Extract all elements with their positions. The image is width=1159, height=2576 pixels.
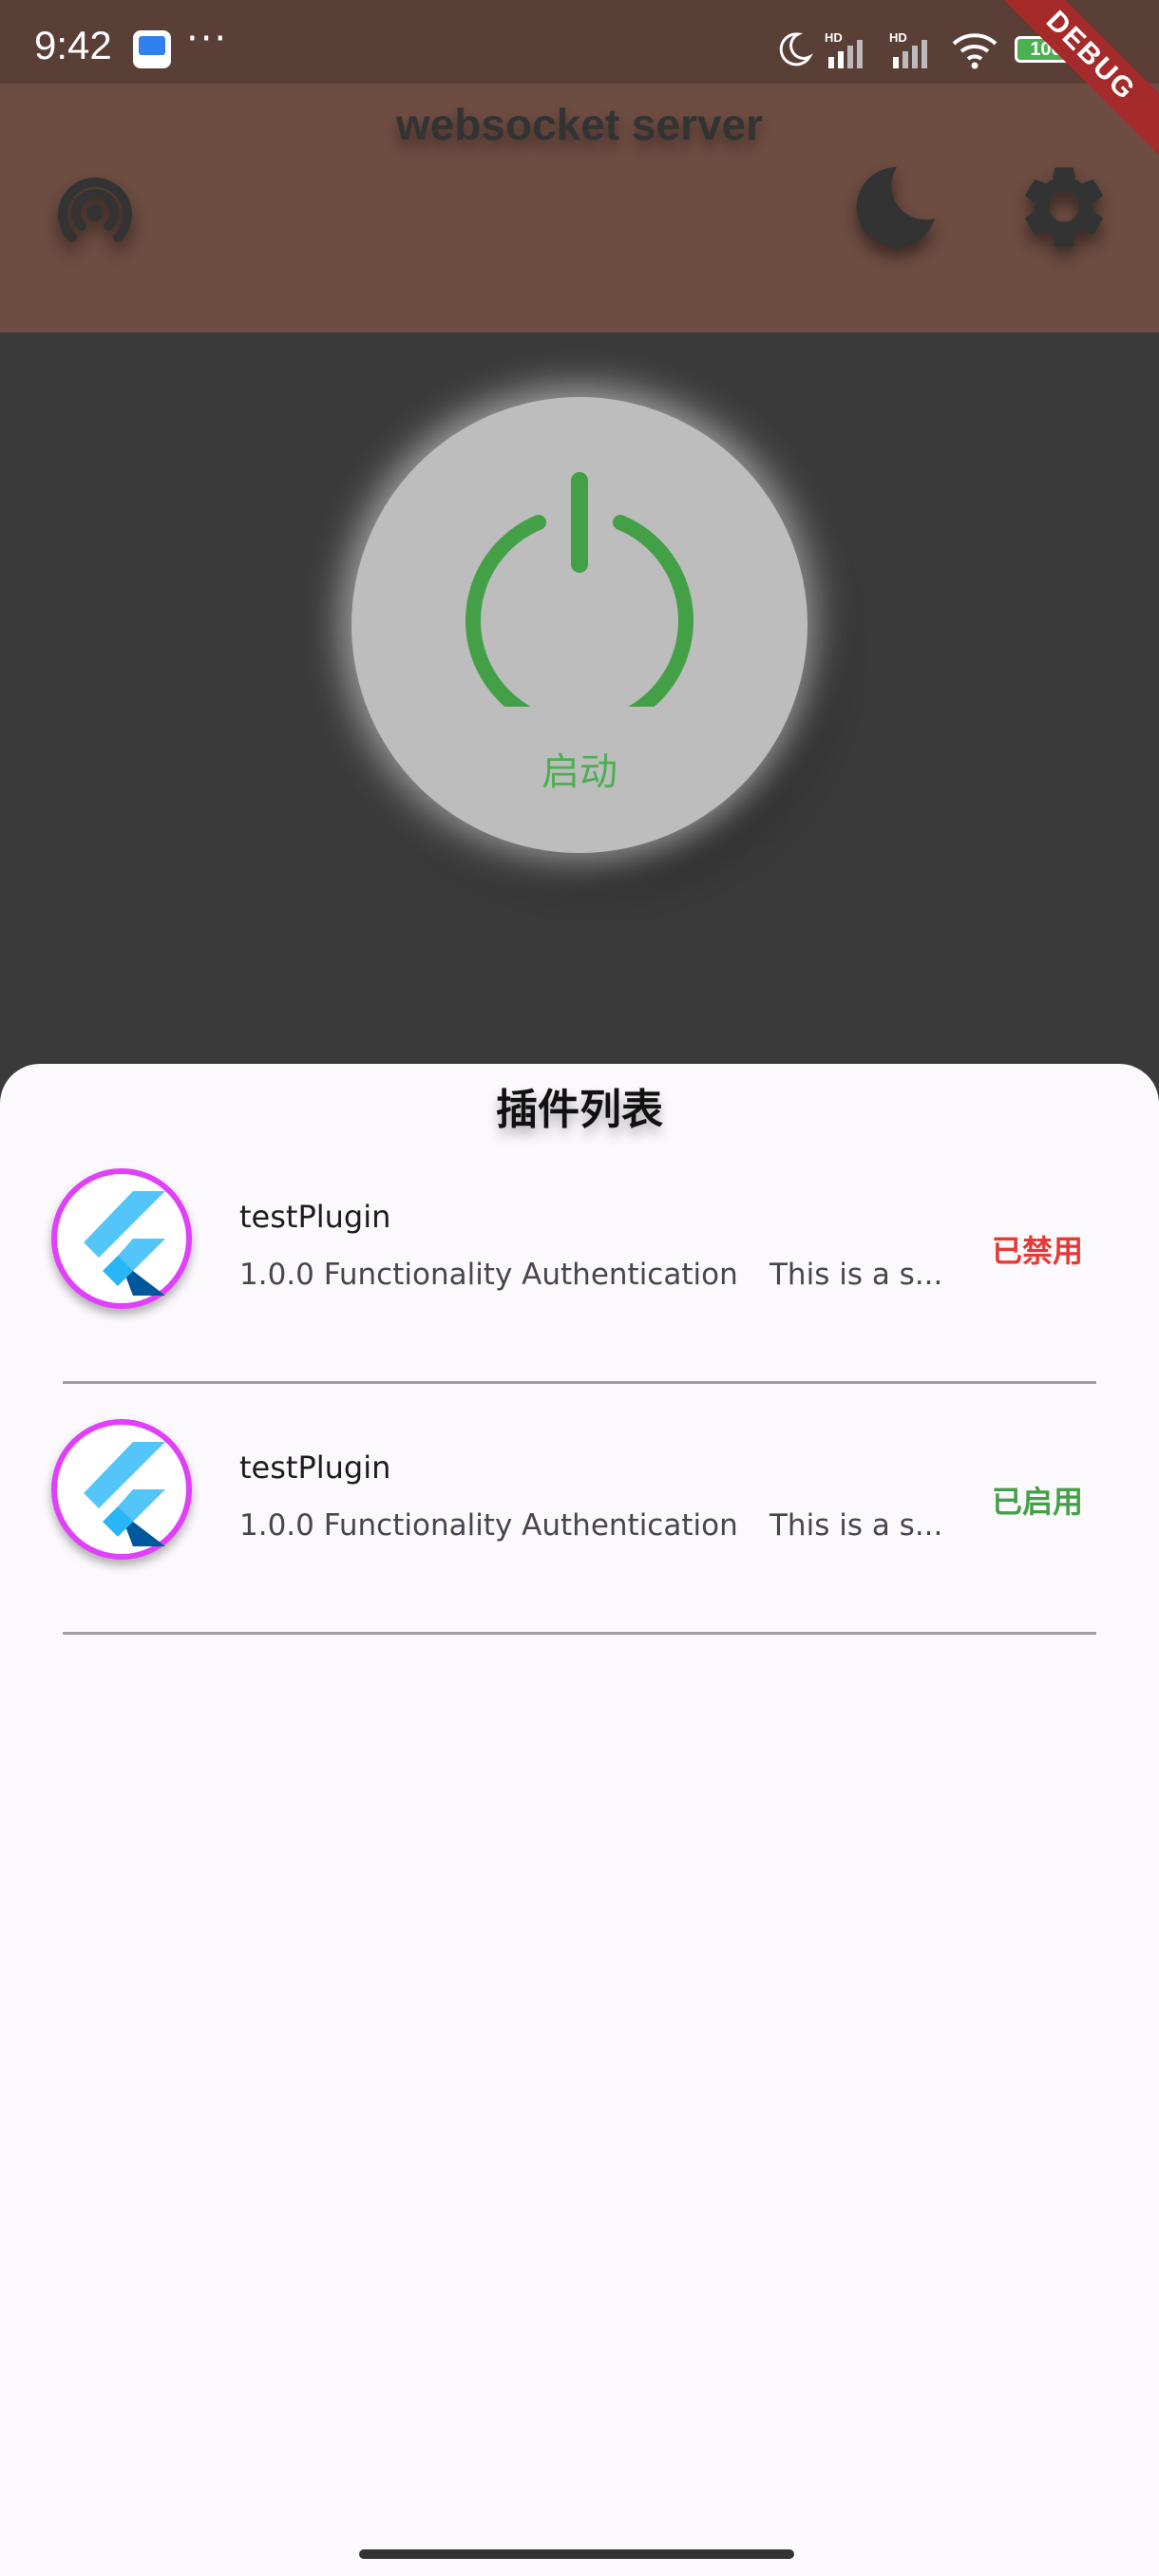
dark-mode-icon[interactable] [846,160,940,255]
plugin-avatar [51,1419,192,1560]
plugin-list-sheet: 插件列表 testPlugin 1.0.0 Functionality Auth… [0,1064,1159,2576]
home-indicator[interactable] [359,2549,794,2559]
svg-text:HD: HD [825,30,843,45]
app-notification-icon [133,30,171,68]
moon-icon [779,32,813,66]
plugin-status-toggle[interactable]: 已禁用 [992,1227,1083,1271]
plugin-list-item[interactable]: testPlugin 1.0.0 Functionality Authentic… [0,1391,1159,1641]
plugin-summary: This is a s... [770,1258,942,1292]
plugin-version-desc: 1.0.0 Functionality Authentication [239,1258,738,1292]
plugin-name: testPlugin [239,1199,391,1235]
power-label: 启动 [542,750,618,794]
status-bar: 9:42 ··· HD HD 100 [0,0,1159,84]
plugin-description: 1.0.0 Functionality Authentication This … [239,1258,942,1292]
plugin-summary: This is a s... [770,1508,942,1543]
app-title: websocket server [395,100,764,149]
power-icon [466,472,694,707]
svg-text:HD: HD [889,30,907,45]
plugin-version-desc: 1.0.0 Functionality Authentication [239,1508,738,1543]
more-notifications-icon: ··· [186,17,229,61]
divider [63,1632,1096,1635]
plugin-list-title: 插件列表 [496,1086,663,1134]
settings-icon[interactable] [1015,158,1113,256]
plugin-list-item[interactable]: testPlugin 1.0.0 Functionality Authentic… [0,1140,1159,1391]
plugin-name: testPlugin [239,1449,391,1486]
plugin-description: 1.0.0 Functionality Authentication This … [239,1508,942,1543]
wifi-icon [952,33,998,69]
status-time: 9:42 [34,23,112,67]
plugin-avatar [51,1168,192,1309]
flutter-logo-icon [84,1191,165,1296]
broadcast-icon[interactable] [46,161,144,260]
signal-icon: HD [825,30,863,68]
plugin-status-toggle[interactable]: 已启用 [992,1478,1083,1522]
flutter-logo-icon [84,1442,165,1546]
divider [63,1381,1096,1384]
signal-icon: HD [889,30,927,68]
power-button[interactable]: 启动 [352,397,808,853]
